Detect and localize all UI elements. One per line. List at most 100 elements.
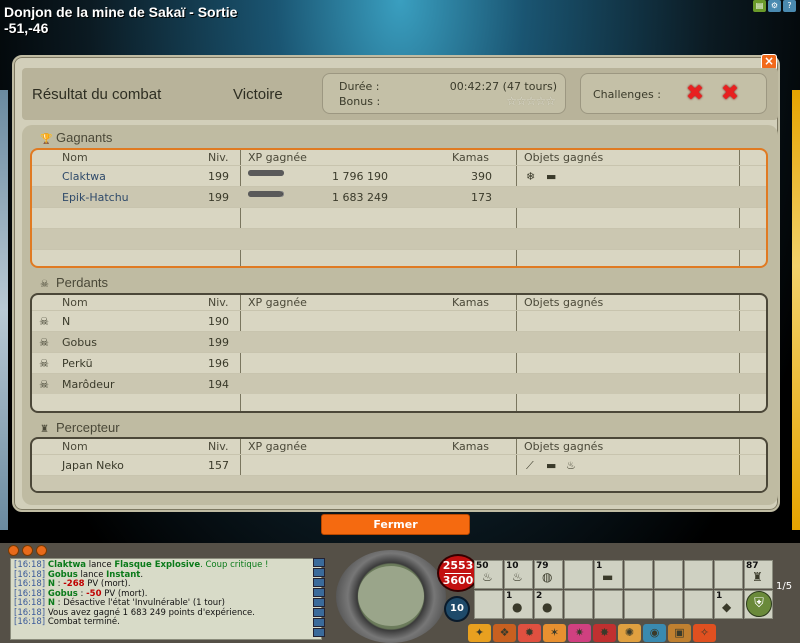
channel-checkbox[interactable] — [313, 568, 325, 577]
inventory-slot[interactable]: 50 ♨ — [474, 560, 503, 589]
spell-icon[interactable]: ✺ — [618, 624, 641, 642]
inventory-slot[interactable]: 79 ◍ — [534, 560, 563, 589]
minimap[interactable] — [336, 550, 446, 643]
inventory-slot[interactable] — [654, 590, 683, 619]
xp-gained: 1 683 249 — [332, 191, 388, 204]
inventory-slot[interactable] — [714, 560, 743, 589]
spell-icon[interactable]: ✧ — [693, 624, 716, 642]
col-kamas: Kamas — [452, 151, 489, 164]
collector-table: Nom Niv. XP gagnée Kamas Objets gagnés J… — [30, 437, 768, 493]
spell-icon[interactable]: ✸ — [593, 624, 616, 642]
spell-icon[interactable]: ◉ — [643, 624, 666, 642]
channel-checkbox[interactable] — [313, 578, 325, 587]
inventory-page[interactable]: 1/5 — [776, 581, 792, 592]
inventory-slot[interactable] — [684, 560, 713, 589]
health-orb: 2553 3600 — [439, 556, 477, 590]
player-name[interactable]: N — [62, 315, 70, 328]
duration-value: 00:42:27 (47 tours) — [449, 80, 557, 93]
inventory-slot[interactable] — [624, 560, 653, 589]
bread-icon: ◍ — [542, 570, 553, 584]
channel-checkbox[interactable] — [313, 588, 325, 597]
table-row: Japan Neko 157 ⟋ ▬ ♨ — [32, 454, 766, 475]
table-row: ☠ Perkü 196 — [32, 352, 766, 373]
inventory-slot[interactable]: 2 ● — [534, 590, 563, 619]
table-header: Nom Niv. XP gagnée Kamas Objets gagnés — [32, 439, 766, 454]
inventory-slot[interactable]: 87 ♜ — [744, 560, 773, 589]
chat-line: [16:18] Combat terminé. — [14, 617, 120, 627]
potion-icon: ♨ — [482, 570, 493, 584]
channel-checkbox[interactable] — [313, 618, 325, 627]
player-level: 199 — [208, 191, 229, 204]
spell-icon[interactable]: ❖ — [493, 624, 516, 642]
spell-icon[interactable]: ✦ — [468, 624, 491, 642]
chat-filter-button[interactable] — [8, 545, 19, 556]
help-icon[interactable]: ? — [783, 0, 796, 12]
background-edge-left — [0, 90, 8, 530]
xp-progress-bar — [248, 191, 284, 197]
minimap-view[interactable] — [358, 566, 424, 626]
chat-channel-toggles — [313, 558, 325, 642]
shield-icon[interactable]: ⛨ — [746, 591, 772, 617]
losers-table: Nom Niv. XP gagnée Kamas Objets gagnés ☠… — [30, 293, 768, 413]
col-xp: XP gagnée — [248, 296, 307, 309]
settings-icon[interactable]: ⚙ — [768, 0, 781, 12]
col-level: Niv. — [208, 296, 229, 309]
inventory-slot[interactable] — [564, 560, 593, 589]
player-name[interactable]: Perkü — [62, 357, 93, 370]
spell-icon[interactable]: ✷ — [568, 624, 591, 642]
inventory-slot[interactable]: 1 ▬ — [594, 560, 623, 589]
player-name[interactable]: Japan Neko — [62, 459, 124, 472]
player-name[interactable]: Epik-Hatchu — [62, 191, 129, 204]
inventory-slot[interactable] — [684, 590, 713, 619]
empty-row — [32, 228, 766, 249]
challenges-label: Challenges : — [593, 88, 661, 101]
col-name: Nom — [62, 296, 88, 309]
channel-checkbox[interactable] — [313, 628, 325, 637]
dialog-title: Résultat du combat — [32, 86, 162, 103]
pet-icon: ● — [542, 600, 553, 614]
chat-log[interactable]: [16:18] Claktwa lance Flasque Explosive.… — [10, 558, 322, 640]
player-name[interactable]: Gobus — [62, 336, 97, 349]
folder-icon[interactable]: ▤ — [753, 0, 766, 12]
player-level: 194 — [208, 378, 229, 391]
spell-icon[interactable]: ▣ — [668, 624, 691, 642]
potion-icon[interactable]: ♨ — [566, 459, 576, 473]
channel-checkbox[interactable] — [313, 558, 325, 567]
close-button[interactable]: Fermer — [321, 514, 470, 535]
inventory-slot[interactable] — [474, 590, 503, 619]
channel-checkbox[interactable] — [313, 608, 325, 617]
col-kamas: Kamas — [452, 296, 489, 309]
chat-filter-button[interactable] — [22, 545, 33, 556]
challenges-box: Challenges : ✖ ✖ — [580, 73, 767, 114]
skull-icon: ☠ — [40, 279, 49, 290]
player-name[interactable]: Marôdeur — [62, 378, 115, 391]
failed-challenge-icon[interactable]: ✖ — [718, 83, 742, 105]
failed-challenge-icon[interactable]: ✖ — [683, 83, 707, 105]
chat-filter-button[interactable] — [36, 545, 47, 556]
table-row: ☠ Gobus 199 — [32, 331, 766, 352]
combat-outcome: Victoire — [233, 86, 283, 103]
background-edge-right — [792, 90, 800, 530]
inventory-slot[interactable]: 1 ◆ — [714, 590, 743, 619]
kamas-gained: 390 — [471, 170, 492, 183]
map-name: Donjon de la mine de Sakaï - Sortie — [4, 4, 238, 20]
inventory-bar: 50 ♨ 10 ♨ 79 ◍ 1 ▬ 87 ♜ 1 ● 2 ● 1 ◆ — [474, 560, 773, 622]
col-name: Nom — [62, 440, 88, 453]
scroll-icon[interactable]: ▬ — [546, 459, 556, 473]
inventory-slot[interactable]: 10 ♨ — [504, 560, 533, 589]
inventory-slot[interactable] — [654, 560, 683, 589]
trophy-icon: 🏆 — [40, 134, 53, 145]
crystal-icon[interactable]: ❄ — [526, 170, 535, 184]
inventory-slot[interactable] — [594, 590, 623, 619]
channel-checkbox[interactable] — [313, 598, 325, 607]
inventory-slot[interactable] — [624, 590, 653, 619]
winners-table: Nom Niv. XP gagnée Kamas Objets gagnés C… — [30, 148, 768, 268]
inventory-slot[interactable] — [564, 590, 593, 619]
player-name[interactable]: Claktwa — [62, 170, 106, 183]
bone-icon[interactable]: ⟋ — [526, 459, 534, 473]
spell-icon[interactable]: ✹ — [518, 624, 541, 642]
spell-icon[interactable]: ✶ — [543, 624, 566, 642]
map-coordinates: -51,-46 — [4, 20, 49, 36]
scroll-icon[interactable]: ▬ — [546, 170, 556, 184]
inventory-slot[interactable]: 1 ● — [504, 590, 533, 619]
